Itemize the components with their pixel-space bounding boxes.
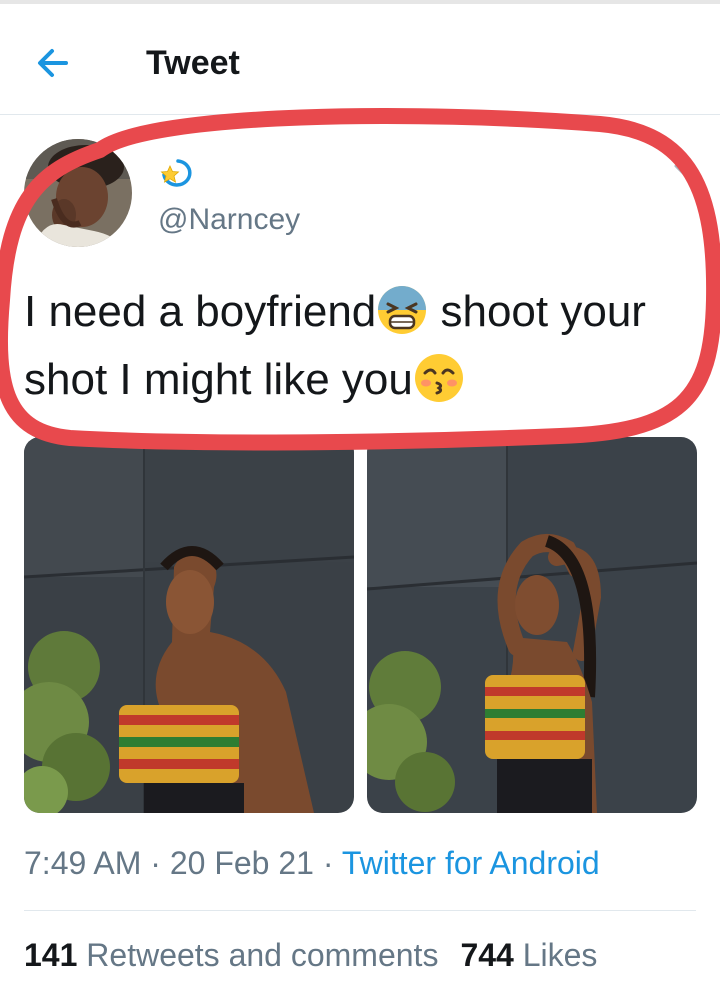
tweet-photo-2[interactable] xyxy=(367,437,697,813)
divider xyxy=(24,910,696,911)
meta-separator: · xyxy=(150,845,161,881)
tweet-date: 20 Feb 21 xyxy=(169,845,314,881)
meta-separator: · xyxy=(322,845,334,881)
app-header: Tweet xyxy=(0,4,720,115)
back-button[interactable] xyxy=(30,42,82,86)
tweet-text-part1: I need a boyfriend xyxy=(24,287,377,336)
tweet-source-link[interactable]: Twitter for Android xyxy=(342,845,600,881)
likes-stat[interactable]: 744 Likes xyxy=(460,937,597,973)
likes-count: 744 xyxy=(460,937,514,973)
tweet-meta: 7:49 AM · 20 Feb 21 · Twitter for Androi… xyxy=(24,845,600,882)
kissing-smiling-eyes-emoji xyxy=(414,354,463,402)
tweet-time: 7:49 AM xyxy=(24,845,142,881)
avatar[interactable] xyxy=(24,139,132,247)
chevron-down-icon[interactable] xyxy=(670,158,700,182)
retweets-count: 141 xyxy=(24,937,78,973)
retweets-label: Retweets and comments xyxy=(86,937,439,973)
retweets-stat[interactable]: 141 Retweets and comments xyxy=(24,937,438,973)
page-title: Tweet xyxy=(146,44,240,82)
tired-face-emoji xyxy=(378,286,427,334)
user-handle[interactable]: @Narncey xyxy=(158,203,300,237)
tweet-stats: 141 Retweets and comments 744 Likes xyxy=(24,937,597,974)
dizzy-star-emoji xyxy=(160,159,192,187)
arrow-left-icon xyxy=(38,49,68,77)
likes-label: Likes xyxy=(522,937,598,973)
tweet-photo-1[interactable] xyxy=(24,437,354,813)
tweet-text: I need a boyfriend shoot your shot I mig… xyxy=(24,278,704,414)
